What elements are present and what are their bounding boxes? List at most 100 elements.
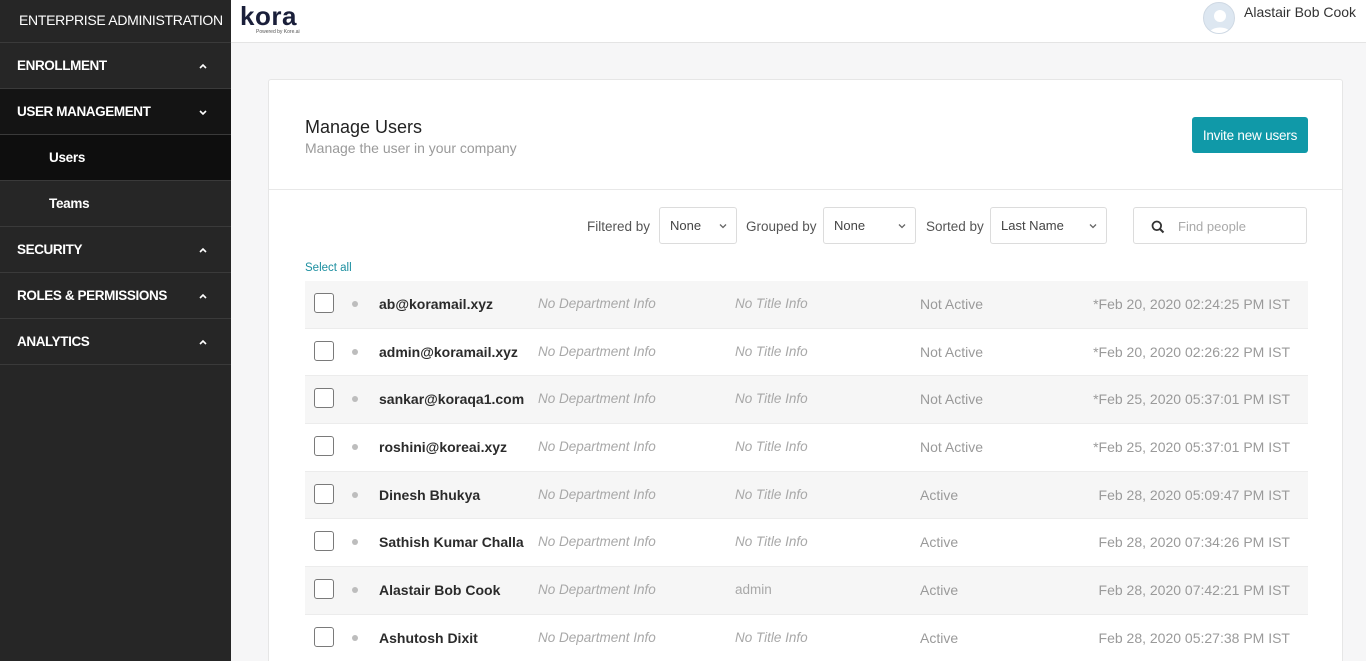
user-status: Active xyxy=(920,582,959,599)
find-people-search[interactable] xyxy=(1133,207,1307,244)
select-all-link[interactable]: Select all xyxy=(305,262,352,274)
row-checkbox[interactable] xyxy=(314,388,334,409)
user-date: *Feb 25, 2020 05:37:01 PM IST xyxy=(1093,439,1290,456)
sidebar-item-users[interactable]: Users xyxy=(0,135,231,181)
filtered-by-value: None xyxy=(670,218,702,233)
user-name[interactable]: Ashutosh Dixit xyxy=(379,630,478,646)
table-row[interactable]: Dinesh Bhukya No Department Info No Titl… xyxy=(305,471,1308,520)
user-name[interactable]: roshini@koreai.xyz xyxy=(379,439,507,455)
sidebar-section-label: ANALYTICS xyxy=(17,334,90,349)
user-date: Feb 28, 2020 07:34:26 PM IST xyxy=(1098,534,1290,551)
user-status: Active xyxy=(920,486,959,503)
user-department: No Department Info xyxy=(538,534,656,550)
row-checkbox[interactable] xyxy=(314,531,334,552)
presence-dot xyxy=(352,491,358,498)
user-avatar-icon xyxy=(1208,10,1232,33)
presence-dot xyxy=(352,348,358,355)
user-name[interactable]: admin@koramail.xyz xyxy=(379,344,518,360)
user-list: ab@koramail.xyz No Department Info No Ti… xyxy=(305,281,1308,661)
row-checkbox[interactable] xyxy=(314,483,334,504)
user-status: Active xyxy=(920,629,959,646)
user-title: No Title Info xyxy=(735,486,808,502)
presence-dot xyxy=(352,396,358,403)
user-status: Active xyxy=(920,534,959,551)
sidebar-section-user-management[interactable]: USER MANAGEMENT xyxy=(0,89,231,135)
chevron-up-icon xyxy=(199,293,207,299)
user-department: No Department Info xyxy=(538,582,656,598)
top-header: kora Powered by Kore.ai Alastair Bob Coo… xyxy=(231,0,1366,43)
user-department: No Department Info xyxy=(538,439,656,455)
page-title: Manage Users xyxy=(305,117,423,137)
sidebar-section-label: SECURITY xyxy=(17,242,83,257)
user-title: No Title Info xyxy=(735,391,808,407)
sidebar-section-label: ROLES & PERMISSIONS xyxy=(17,288,167,303)
user-date: *Feb 25, 2020 05:37:01 PM IST xyxy=(1093,391,1290,408)
grouped-by-select[interactable]: None xyxy=(823,207,916,244)
sidebar-section-label: USER MANAGEMENT xyxy=(17,104,151,119)
chevron-up-icon xyxy=(199,339,207,345)
user-title: No Title Info xyxy=(735,439,808,455)
row-checkbox[interactable] xyxy=(314,436,334,457)
sidebar-item-teams[interactable]: Teams xyxy=(0,181,231,227)
row-checkbox[interactable] xyxy=(314,340,334,361)
table-row[interactable]: roshini@koreai.xyz No Department Info No… xyxy=(305,424,1308,472)
avatar[interactable] xyxy=(1203,2,1235,34)
presence-dot xyxy=(352,444,358,451)
user-title: No Title Info xyxy=(735,343,808,359)
table-row[interactable]: admin@koramail.xyz No Department Info No… xyxy=(305,329,1308,377)
user-date: Feb 28, 2020 07:42:21 PM IST xyxy=(1098,582,1290,599)
presence-dot xyxy=(352,587,358,594)
manage-users-card: Manage Users Manage the user in your com… xyxy=(268,79,1343,661)
search-icon xyxy=(1151,220,1165,234)
sorted-by-label: Sorted by xyxy=(926,219,984,234)
user-date: Feb 28, 2020 05:09:47 PM IST xyxy=(1098,486,1290,503)
user-department: No Department Info xyxy=(538,629,656,645)
sidebar-section-analytics[interactable]: ANALYTICS xyxy=(0,319,231,365)
sidebar-section-security[interactable]: SECURITY xyxy=(0,227,231,273)
table-row[interactable]: Alastair Bob Cook No Department Info adm… xyxy=(305,567,1308,615)
search-input[interactable] xyxy=(1178,216,1298,236)
sidebar-section-roles-permissions[interactable]: ROLES & PERMISSIONS xyxy=(0,273,231,319)
user-name[interactable]: ab@koramail.xyz xyxy=(379,296,493,312)
presence-dot xyxy=(352,539,358,546)
user-title: No Title Info xyxy=(735,534,808,550)
current-user-name[interactable]: Alastair Bob Cook xyxy=(1244,4,1356,20)
user-name[interactable]: Alastair Bob Cook xyxy=(379,582,500,598)
filtered-by-label: Filtered by xyxy=(587,219,651,234)
row-checkbox[interactable] xyxy=(314,626,334,647)
logo-text: kora xyxy=(240,1,297,31)
sorted-by-value: Last Name xyxy=(1001,218,1064,233)
user-name[interactable]: Dinesh Bhukya xyxy=(379,487,480,503)
user-department: No Department Info xyxy=(538,296,656,311)
sidebar: ENTERPRISE ADMINISTRATION ENROLLMENT USE… xyxy=(0,0,231,661)
presence-dot xyxy=(352,301,358,307)
user-status: Not Active xyxy=(920,439,984,456)
user-date: *Feb 20, 2020 02:26:22 PM IST xyxy=(1093,343,1290,360)
user-date: Feb 28, 2020 05:27:38 PM IST xyxy=(1098,629,1290,646)
sidebar-item-label: Users xyxy=(49,150,86,165)
filtered-by-select[interactable]: None xyxy=(659,207,737,244)
sorted-by-select[interactable]: Last Name xyxy=(990,207,1107,244)
user-title: admin xyxy=(735,582,772,598)
user-title: No Title Info xyxy=(735,629,808,645)
user-name[interactable]: sankar@koraqa1.com xyxy=(379,391,524,407)
user-title: No Title Info xyxy=(735,296,808,311)
sidebar-section-enrollment[interactable]: ENROLLMENT xyxy=(0,43,231,89)
user-status: Not Active xyxy=(920,343,984,360)
kora-logo[interactable]: kora Powered by Kore.ai xyxy=(240,3,312,37)
invite-new-users-button[interactable]: Invite new users xyxy=(1192,117,1308,153)
page-subtitle: Manage the user in your company xyxy=(305,140,517,156)
grouped-by-value: None xyxy=(834,218,866,233)
user-name[interactable]: Sathish Kumar Challa xyxy=(379,534,524,550)
sidebar-item-label: Teams xyxy=(49,196,90,211)
row-checkbox[interactable] xyxy=(314,579,334,600)
user-department: No Department Info xyxy=(538,391,656,407)
table-row[interactable]: Sathish Kumar Challa No Department Info … xyxy=(305,519,1308,568)
table-row[interactable]: sankar@koraqa1.com No Department Info No… xyxy=(305,376,1308,425)
table-row[interactable]: ab@koramail.xyz No Department Info No Ti… xyxy=(305,281,1308,329)
sidebar-title: ENTERPRISE ADMINISTRATION xyxy=(0,0,231,43)
table-row[interactable]: Ashutosh Dixit No Department Info No Tit… xyxy=(305,615,1308,661)
row-checkbox[interactable] xyxy=(314,293,334,313)
user-date: *Feb 20, 2020 02:24:25 PM IST xyxy=(1093,296,1290,312)
user-department: No Department Info xyxy=(538,343,656,359)
